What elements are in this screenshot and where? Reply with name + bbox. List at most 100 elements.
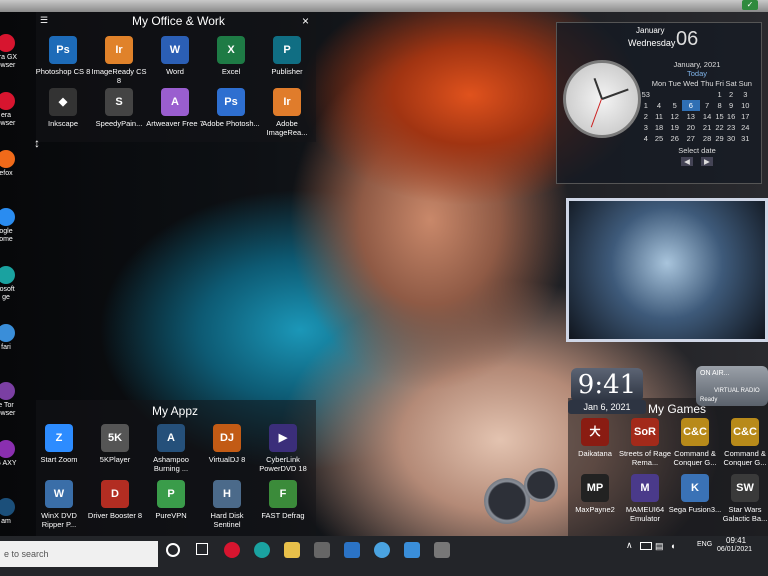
games-icon-3[interactable]: C&C Command & Conquer G...	[716, 418, 768, 467]
appz-icon-3[interactable]: DJ VirtualDJ 8	[198, 424, 256, 464]
calendar-day-cell[interactable]	[667, 89, 682, 100]
mail-icon[interactable]	[344, 542, 360, 558]
office-icon-7[interactable]: A Artweaver Free 7	[146, 88, 204, 128]
calendar-day-cell[interactable]: 9	[725, 100, 738, 111]
network-app-icon[interactable]	[404, 542, 420, 558]
calendar-day-cell[interactable]: 20	[682, 122, 700, 133]
taskbar-date[interactable]: 06/01/2021	[717, 546, 752, 553]
office-icon-4[interactable]: P Publisher	[258, 36, 316, 76]
calendar-day-cell[interactable]: 15	[715, 111, 725, 122]
calendar-day-cell[interactable]: 22	[715, 122, 725, 133]
grid-app-icon[interactable]	[434, 542, 450, 558]
calendar-day-cell[interactable]: 10	[738, 100, 753, 111]
office-icon-8[interactable]: Ps Adobe Photosh...	[202, 88, 260, 128]
games-icon-7[interactable]: SW Star Wars Galactic Ba...	[716, 474, 768, 523]
left-desktop-icon-7[interactable]: G AXY	[0, 440, 18, 468]
calendar-day-cell[interactable]: 7	[700, 100, 715, 111]
calendar-day-cell[interactable]: 28	[700, 133, 715, 144]
left-icon-label: era owser	[0, 112, 16, 127]
tray-chevron-icon[interactable]: ∧	[626, 540, 633, 551]
calendar-day-cell[interactable]	[700, 89, 715, 100]
calendar-day-cell[interactable]: 11	[651, 111, 668, 122]
left-desktop-icon-8[interactable]: am	[0, 498, 18, 526]
close-icon[interactable]: ×	[302, 14, 309, 28]
cortana-icon[interactable]	[166, 543, 180, 557]
calendar-day-cell[interactable]: 6	[682, 100, 700, 111]
appz-icon-5[interactable]: W WinX DVD Ripper P...	[30, 480, 88, 529]
search-input[interactable]: e to search	[0, 541, 158, 567]
calendar-day-cell[interactable]: 30	[725, 133, 738, 144]
calendar-select-date[interactable]: Select date	[641, 146, 753, 155]
appz-icon-0[interactable]: Z Start Zoom	[30, 424, 88, 464]
calendar-day-cell[interactable]: 13	[682, 111, 700, 122]
calendar-day-cell[interactable]: 16	[725, 111, 738, 122]
calendar-day-cell[interactable]: 21	[700, 122, 715, 133]
appz-icon-9[interactable]: F FAST Defrag	[254, 480, 312, 520]
calendar-day-cell[interactable]: 27	[682, 133, 700, 144]
calendar-weekday: Wednesday	[628, 38, 676, 48]
taskbar-time[interactable]: 09:41	[726, 536, 746, 545]
office-icon-9[interactable]: Ir Adobe ImageRea...	[258, 88, 316, 137]
calendar-day-cell[interactable]: 17	[738, 111, 753, 122]
office-icon-2[interactable]: W Word	[146, 36, 204, 76]
resize-handle-icon[interactable]: ↕	[34, 136, 40, 150]
calendar-day-cell[interactable]: 14	[700, 111, 715, 122]
calendar-today-link[interactable]: Today	[641, 69, 753, 78]
calendar-day-cell[interactable]	[682, 89, 700, 100]
office-icon-label: Word	[166, 67, 184, 76]
office-app-icon: ◆	[49, 88, 77, 116]
left-desktop-icon-4[interactable]: rosoft ge	[0, 266, 18, 302]
appz-icon-8[interactable]: H Hard Disk Sentinel	[198, 480, 256, 529]
left-desktop-icon-2[interactable]: efox	[0, 150, 18, 178]
calendar-day-cell[interactable]: 8	[715, 100, 725, 111]
office-icon-3[interactable]: X Excel	[202, 36, 260, 76]
appz-icon-7[interactable]: P PureVPN	[142, 480, 200, 520]
calendar-day-cell[interactable]: 29	[715, 133, 725, 144]
file-explorer-icon[interactable]	[284, 542, 300, 558]
calendar-month: January	[636, 26, 665, 35]
task-view-icon[interactable]	[196, 543, 208, 555]
digital-clock: 9:41	[571, 368, 643, 402]
appz-icon-2[interactable]: A Ashampoo Burning ...	[142, 424, 200, 473]
office-icon-6[interactable]: S SpeedyPain...	[90, 88, 148, 128]
office-icon-0[interactable]: Ps Photoshop CS 8	[34, 36, 92, 76]
calendar-day-cell[interactable]: 25	[651, 133, 668, 144]
browser-app-icon	[0, 266, 15, 284]
calendar-next-button[interactable]: ▶	[701, 157, 713, 166]
office-app-icon: W	[161, 36, 189, 64]
left-desktop-icon-0[interactable]: era GX owser	[0, 34, 18, 70]
calendar-day-cell[interactable]: 26	[667, 133, 682, 144]
calendar-day-cell[interactable]: 4	[651, 100, 668, 111]
calendar-day-cell[interactable]: 23	[725, 122, 738, 133]
fence-menu-icon[interactable]: ☰	[40, 15, 48, 26]
volume-icon[interactable]: ◖	[670, 541, 675, 551]
calendar-day-cell[interactable]: 5	[667, 100, 682, 111]
appz-icon-label: CyberLink PowerDVD 18	[259, 455, 307, 473]
calendar-day-cell[interactable]: 1	[715, 89, 725, 100]
network-icon[interactable]: ▤	[655, 541, 664, 552]
left-desktop-icon-3[interactable]: ogle ome	[0, 208, 18, 244]
calendar-prev-button[interactable]: ◀	[681, 157, 693, 166]
left-desktop-icon-5[interactable]: fari	[0, 324, 18, 352]
left-desktop-icon-6[interactable]: e Tor owser	[0, 382, 18, 418]
appz-icon-4[interactable]: ▶ CyberLink PowerDVD 18	[254, 424, 312, 473]
left-desktop-icon-1[interactable]: era owser	[0, 92, 18, 128]
calendar-day-cell[interactable]	[651, 89, 668, 100]
calendar-day-cell[interactable]: 2	[725, 89, 738, 100]
calendar-day-cell[interactable]: 19	[667, 122, 682, 133]
calendar-day-cell[interactable]: 3	[738, 89, 753, 100]
office-icon-5[interactable]: ◆ Inkscape	[34, 88, 92, 128]
store-icon[interactable]	[314, 542, 330, 558]
calendar-day-cell[interactable]: 24	[738, 122, 753, 133]
calendar-day-cell[interactable]: 12	[667, 111, 682, 122]
opera-taskbar-icon[interactable]	[224, 542, 240, 558]
calendar-day-cell[interactable]: 18	[651, 122, 668, 133]
office-icon-1[interactable]: Ir ImageReady CS 8	[90, 36, 148, 85]
appz-icon-6[interactable]: D Driver Booster 8	[86, 480, 144, 520]
appz-icon-1[interactable]: 5K 5KPlayer	[86, 424, 144, 464]
language-indicator[interactable]: ENG	[697, 541, 712, 548]
calendar-day-cell[interactable]: 31	[738, 133, 753, 144]
edge-taskbar-icon[interactable]	[254, 542, 270, 558]
browser-icon[interactable]	[374, 542, 390, 558]
radio-gadget[interactable]: ON AIR... VIRTUAL RADIO Ready	[696, 366, 768, 406]
